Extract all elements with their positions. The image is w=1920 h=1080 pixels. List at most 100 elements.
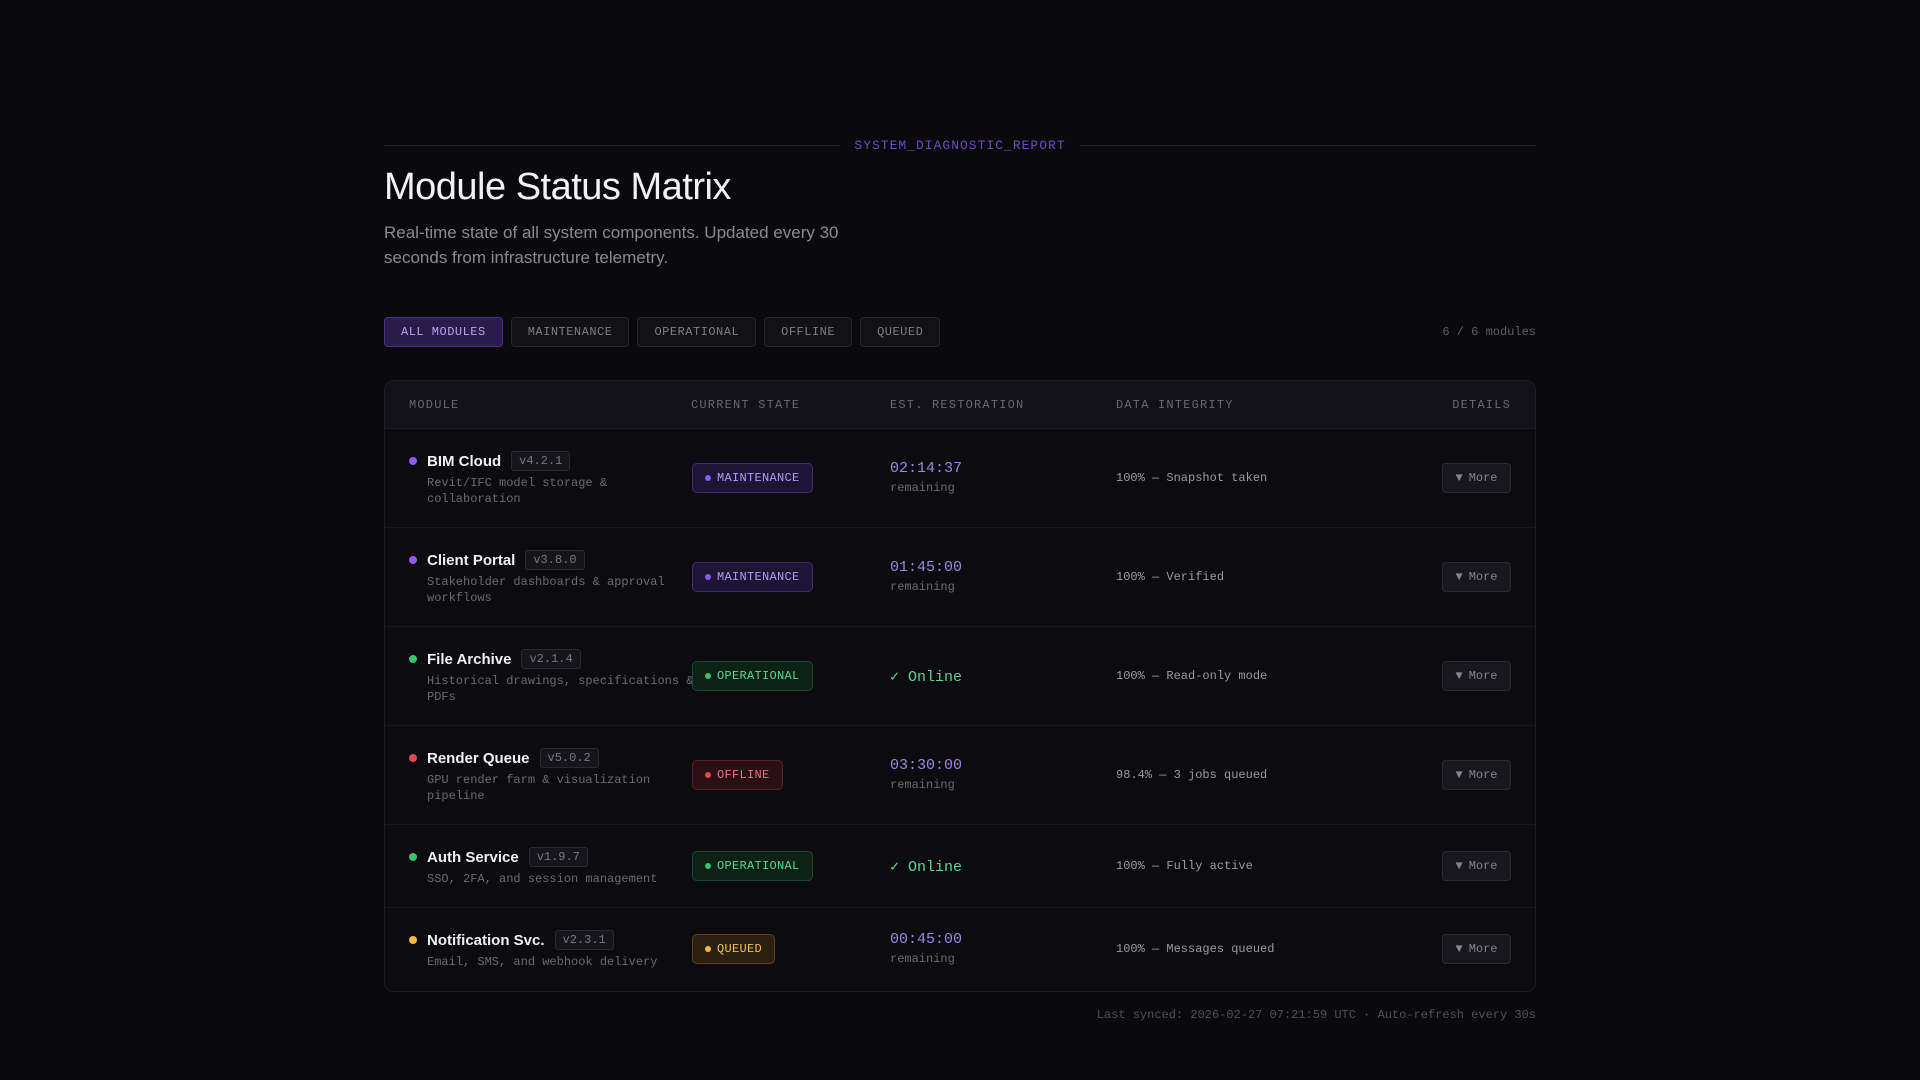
status-dot-icon [409,853,417,861]
module-cell: File Archive v2.1.4 Historical drawings,… [409,648,699,705]
status-badge: OFFLINE [692,760,783,790]
integrity-value: 100% — Read-only mode [1116,669,1268,683]
module-cell: Client Portal v3.8.0 Stakeholder dashboa… [409,549,699,606]
module-description: GPU render farm & visualization pipeline [427,773,651,803]
table-header: MODULE CURRENT STATE EST. RESTORATION DA… [385,381,1535,429]
more-button[interactable]: ▼ More [1442,463,1511,493]
filter-operational[interactable]: OPERATIONAL [637,317,757,347]
restoration-cell: 03:30:00 remaining [890,757,962,792]
module-description: SSO, 2FA, and session management [427,872,658,886]
more-label: More [1468,669,1498,683]
column-header-details: DETAILS [1452,398,1511,412]
integrity-value: 100% — Messages queued [1116,942,1275,956]
table-row: File Archive v2.1.4 Historical drawings,… [385,627,1535,726]
more-label: More [1468,942,1498,956]
version-badge: v3.8.0 [525,550,585,570]
page-title: Module Status Matrix [384,166,731,208]
chevron-down-icon: ▼ [1455,859,1463,873]
more-label: More [1468,570,1498,584]
status-dot-icon [409,655,417,663]
module-description: Email, SMS, and webhook delivery [427,955,658,969]
online-status: ✓ Online [890,859,963,876]
integrity-value: 100% — Fully active [1116,859,1253,873]
integrity-value: 100% — Snapshot taken [1116,471,1268,485]
status-badge: OPERATIONAL [692,851,813,881]
divider [1079,144,1537,146]
integrity-value: 98.4% — 3 jobs queued [1116,768,1268,782]
status-dot-icon [409,556,417,564]
column-header-integrity: DATA INTEGRITY [1116,398,1234,412]
module-count: 6 / 6 modules [1442,325,1536,339]
table-row: Render Queue v5.0.2 GPU render farm & vi… [385,726,1535,825]
badge-dot-icon [705,475,711,481]
status-label: OFFLINE [717,768,770,782]
version-badge: v5.0.2 [539,748,599,768]
version-badge: v4.2.1 [511,451,571,471]
filter-maintenance[interactable]: MAINTENANCE [510,317,630,347]
version-badge: v1.9.7 [528,847,588,867]
restoration-cell: ✓ Online [890,667,962,686]
chevron-down-icon: ▼ [1455,570,1463,584]
status-label: OPERATIONAL [717,669,800,683]
restoration-time: 00:45:00 [890,931,963,948]
remaining-label: remaining [890,481,955,495]
module-cell: Notification Svc. v2.3.1 Email, SMS, and… [409,929,699,970]
filter-offline[interactable]: OFFLINE [764,317,853,347]
status-dot-icon [409,457,417,465]
more-button[interactable]: ▼ More [1442,562,1511,592]
module-name: Notification Svc. [427,931,545,949]
restoration-time: 02:14:37 [890,460,963,477]
integrity-value: 100% — Verified [1116,570,1225,584]
status-badge: QUEUED [692,934,776,964]
version-badge: v2.3.1 [554,930,614,950]
status-badge: MAINTENANCE [692,562,813,592]
module-table: MODULE CURRENT STATE EST. RESTORATION DA… [384,380,1536,992]
restoration-cell: 02:14:37 remaining [890,460,962,495]
table-row: Notification Svc. v2.3.1 Email, SMS, and… [385,908,1535,991]
restoration-cell: ✓ Online [890,857,962,876]
module-name: BIM Cloud [427,452,502,470]
online-status: ✓ Online [890,669,963,686]
module-name: File Archive [427,650,512,668]
restoration-cell: 00:45:00 remaining [890,931,962,966]
more-button[interactable]: ▼ More [1442,934,1511,964]
chevron-down-icon: ▼ [1455,768,1463,782]
module-name: Client Portal [427,551,516,569]
module-cell: Render Queue v5.0.2 GPU render farm & vi… [409,747,699,804]
filter-bar: ALL MODULES MAINTENANCE OPERATIONAL OFFL… [384,317,941,347]
more-button[interactable]: ▼ More [1442,851,1511,881]
badge-dot-icon [705,574,711,580]
more-label: More [1468,859,1498,873]
table-row: Auth Service v1.9.7 SSO, 2FA, and sessio… [385,825,1535,908]
status-badge: MAINTENANCE [692,463,813,493]
divider [384,144,841,146]
version-badge: v2.1.4 [521,649,581,669]
status-dot-icon [409,936,417,944]
status-label: MAINTENANCE [717,570,800,584]
module-description: Revit/IFC model storage & collaboration [427,476,608,506]
badge-dot-icon [705,772,711,778]
more-label: More [1468,768,1498,782]
remaining-label: remaining [890,778,955,792]
status-label: QUEUED [717,942,763,956]
table-row: Client Portal v3.8.0 Stakeholder dashboa… [385,528,1535,627]
chevron-down-icon: ▼ [1455,942,1463,956]
column-header-state: CURRENT STATE [691,398,801,412]
filter-queued[interactable]: QUEUED [860,317,941,347]
status-badge: OPERATIONAL [692,661,813,691]
module-description: Stakeholder dashboards & approval workfl… [427,575,665,605]
more-button[interactable]: ▼ More [1442,760,1511,790]
status-dot-icon [409,754,417,762]
status-label: MAINTENANCE [717,471,800,485]
remaining-label: remaining [890,580,955,594]
sync-footer: Last synced: 2026-02-27 07:21:59 UTC · A… [1096,1008,1536,1022]
page-subtitle: Real-time state of all system components… [384,223,839,267]
filter-all-modules[interactable]: ALL MODULES [384,317,503,347]
badge-dot-icon [705,946,711,952]
more-label: More [1468,471,1498,485]
more-button[interactable]: ▼ More [1442,661,1511,691]
module-cell: Auth Service v1.9.7 SSO, 2FA, and sessio… [409,846,699,887]
restoration-time: 03:30:00 [890,757,963,774]
status-label: OPERATIONAL [717,859,800,873]
badge-dot-icon [705,863,711,869]
